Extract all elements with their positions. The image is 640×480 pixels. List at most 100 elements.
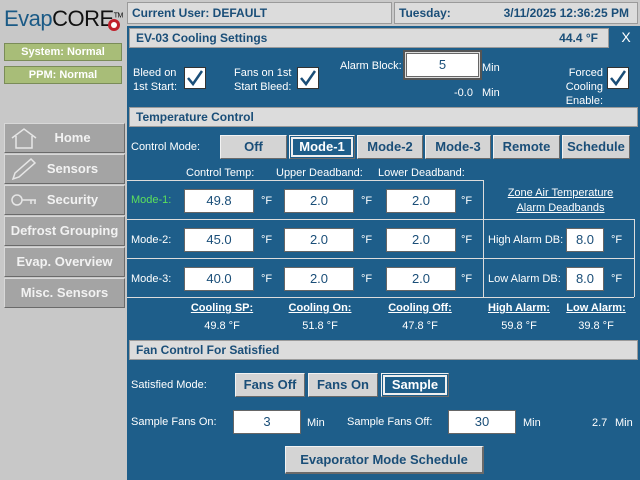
cooling-off-value: 47.8 °F xyxy=(402,320,438,332)
unit-f: °F xyxy=(461,234,473,246)
sample-current-value: 2.7 xyxy=(592,417,608,429)
mode-3-control-temp-input[interactable]: 40.0 xyxy=(184,267,254,291)
unit-f: °F xyxy=(361,195,373,207)
checkmark-icon xyxy=(187,70,204,87)
high-alarm-db-input[interactable]: 8.0 xyxy=(566,228,604,252)
unit-f: °F xyxy=(361,273,373,285)
unit-f: °F xyxy=(261,234,273,246)
temperature-control-title: Temperature Control xyxy=(129,107,638,127)
cooling-sp-value: 49.8 °F xyxy=(204,320,240,332)
sample-fans-on-unit: Min xyxy=(307,417,325,429)
alarm-block-label: Alarm Block: xyxy=(340,60,402,72)
low-alarm-db-input[interactable]: 8.0 xyxy=(566,267,604,291)
current-temp: 44.4 °F xyxy=(559,31,598,45)
grid-line xyxy=(127,180,483,181)
mode-2-upper-db-input[interactable]: 2.0 xyxy=(284,228,354,252)
bleed-label: Bleed on 1st Start: xyxy=(133,67,178,93)
fans-first-bleed-checkbox[interactable] xyxy=(297,67,319,89)
unit-f: °F xyxy=(611,234,623,246)
zone-alarm-deadbands-title: Zone Air Temperature Alarm Deadbands xyxy=(507,187,614,214)
unit-f: °F xyxy=(461,195,473,207)
mode-1-control-temp-input[interactable]: 49.8 xyxy=(184,189,254,213)
low-alarm-db-label: Low Alarm DB: xyxy=(488,273,561,285)
fan-control-title: Fan Control For Satisfied xyxy=(129,340,638,360)
unit-f: °F xyxy=(611,273,623,285)
cooling-off-label: Cooling Off: xyxy=(388,302,452,314)
forced-cooling-checkbox[interactable] xyxy=(607,67,629,89)
bleed-checkbox[interactable] xyxy=(184,67,206,89)
mode-2-control-temp-input[interactable]: 45.0 xyxy=(184,228,254,252)
grid-line xyxy=(127,258,634,259)
mode-3-upper-db-input[interactable]: 2.0 xyxy=(284,267,354,291)
control-mode-label: Control Mode: xyxy=(131,141,201,153)
fans-on-button[interactable]: Fans On xyxy=(308,373,378,397)
grid-line xyxy=(127,297,634,298)
sample-fans-on-label: Sample Fans On: xyxy=(131,416,217,428)
nav-sensors-button[interactable]: Sensors xyxy=(4,154,125,184)
sample-fans-off-unit: Min xyxy=(523,417,541,429)
mode-2-lower-db-input[interactable]: 2.0 xyxy=(386,228,456,252)
sample-fans-on-input[interactable]: 3 xyxy=(233,410,301,434)
evapcore-logo: EvapCORETM xyxy=(4,6,123,31)
ppm-status: PPM: Normal xyxy=(4,66,122,84)
unit-f: °F xyxy=(461,273,473,285)
left-panel: EvapCORETM System: Normal PPM: Normal Ho… xyxy=(0,0,127,480)
col-header-upper-db: Upper Deadband: xyxy=(276,167,363,179)
unit-f: °F xyxy=(261,273,273,285)
system-status: System: Normal xyxy=(4,43,122,61)
mode-2-button[interactable]: Mode-2 xyxy=(357,135,423,159)
evaporator-mode-schedule-button[interactable]: Evaporator Mode Schedule xyxy=(285,446,484,474)
unit-f: °F xyxy=(361,234,373,246)
grid-line xyxy=(127,219,634,220)
panel-title: EV-03 Cooling Settings xyxy=(136,31,268,45)
mode-1-button[interactable]: Mode-1 xyxy=(289,135,355,159)
alarm-block-frame: 5 xyxy=(403,50,482,80)
mode-remote-button[interactable]: Remote xyxy=(493,135,560,159)
unit-f: °F xyxy=(261,195,273,207)
sample-fans-off-label: Sample Fans Off: xyxy=(347,416,433,428)
forced-cooling-label: Forced Cooling Enable: xyxy=(565,67,603,107)
mode-1-lower-db-input[interactable]: 2.0 xyxy=(386,189,456,213)
grid-line xyxy=(634,219,635,297)
sample-current-unit: Min xyxy=(615,417,633,429)
cooling-on-value: 51.8 °F xyxy=(302,320,338,332)
fans-first-bleed-label: Fans on 1st Start Bleed: xyxy=(234,67,292,93)
datetime-value: 3/11/2025 12:36:25 PM xyxy=(503,6,629,20)
current-user: Current User: DEFAULT xyxy=(127,2,392,24)
sample-button[interactable]: Sample xyxy=(381,373,449,397)
mode-3-lower-db-input[interactable]: 2.0 xyxy=(386,267,456,291)
fans-off-button[interactable]: Fans Off xyxy=(235,373,305,397)
nav-misc-sensors-button[interactable]: Misc. Sensors xyxy=(4,278,125,308)
cooling-on-label: Cooling On: xyxy=(288,302,352,314)
alarm-block-current-unit: Min xyxy=(482,87,500,99)
low-alarm-value: 39.8 °F xyxy=(578,320,614,332)
satisfied-mode-label: Satisfied Mode: xyxy=(131,379,207,391)
mode-3-row-label: Mode-3: xyxy=(131,273,172,285)
alarm-block-current: -0.0 xyxy=(454,87,473,99)
cooling-settings-panel: EV-03 Cooling Settings 44.4 °F X Bleed o… xyxy=(127,26,640,480)
cooling-sp-label: Cooling SP: xyxy=(190,302,254,314)
mode-3-button[interactable]: Mode-3 xyxy=(425,135,491,159)
sample-fans-off-input[interactable]: 30 xyxy=(448,410,516,434)
alarm-block-unit: Min xyxy=(482,62,500,74)
day-label: Tuesday: xyxy=(399,6,451,20)
mode-off-button[interactable]: Off xyxy=(220,135,287,159)
datetime-bar: Tuesday: 3/11/2025 12:36:25 PM xyxy=(394,2,638,24)
col-header-control-temp: Control Temp: xyxy=(186,167,255,179)
nav-security-button[interactable]: Security xyxy=(4,185,125,215)
close-button[interactable]: X xyxy=(612,26,640,48)
alarm-block-input[interactable]: 5 xyxy=(406,53,479,77)
checkmark-icon xyxy=(300,70,317,87)
close-icon: X xyxy=(621,29,631,45)
checkmark-icon xyxy=(610,70,627,87)
low-alarm-label: Low Alarm: xyxy=(566,302,626,314)
mode-schedule-button[interactable]: Schedule xyxy=(562,135,630,159)
mode-1-upper-db-input[interactable]: 2.0 xyxy=(284,189,354,213)
grid-line xyxy=(483,180,484,297)
nav-defrost-grouping-button[interactable]: Defrost Grouping xyxy=(4,216,125,246)
mode-2-row-label: Mode-2: xyxy=(131,234,172,246)
high-alarm-db-label: High Alarm DB: xyxy=(488,234,564,246)
nav-evap-overview-button[interactable]: Evap. Overview xyxy=(4,247,125,277)
nav-home-button[interactable]: Home xyxy=(4,123,125,153)
col-header-lower-db: Lower Deadband: xyxy=(378,167,465,179)
